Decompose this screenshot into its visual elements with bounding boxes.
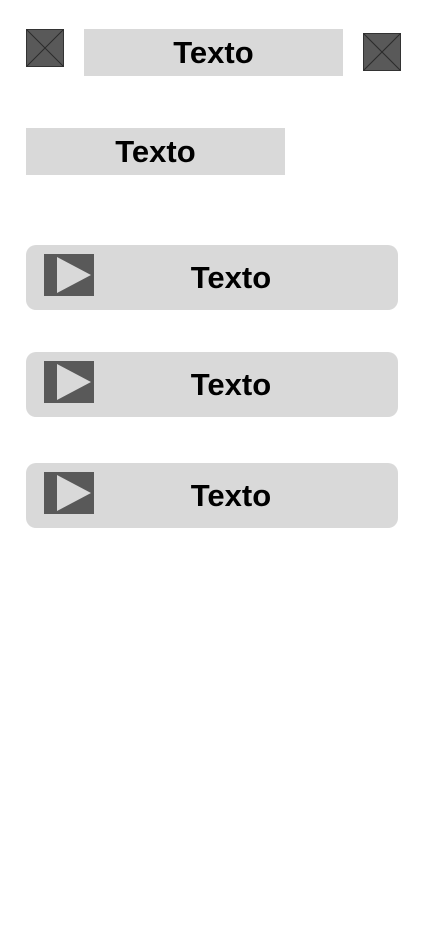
image-placeholder-icon <box>363 33 401 71</box>
section-heading: Texto <box>26 128 285 175</box>
menu-button-2[interactable]: Texto <box>26 352 398 417</box>
menu-button-label: Texto <box>190 477 272 513</box>
menu-button-label: Texto <box>190 259 272 295</box>
page-title: Texto <box>84 29 343 76</box>
menu-button-label: Texto <box>190 366 272 402</box>
menu-button-1[interactable]: Texto <box>26 245 398 310</box>
menu-button-3[interactable]: Texto <box>26 463 398 528</box>
image-placeholder-icon <box>26 29 64 67</box>
